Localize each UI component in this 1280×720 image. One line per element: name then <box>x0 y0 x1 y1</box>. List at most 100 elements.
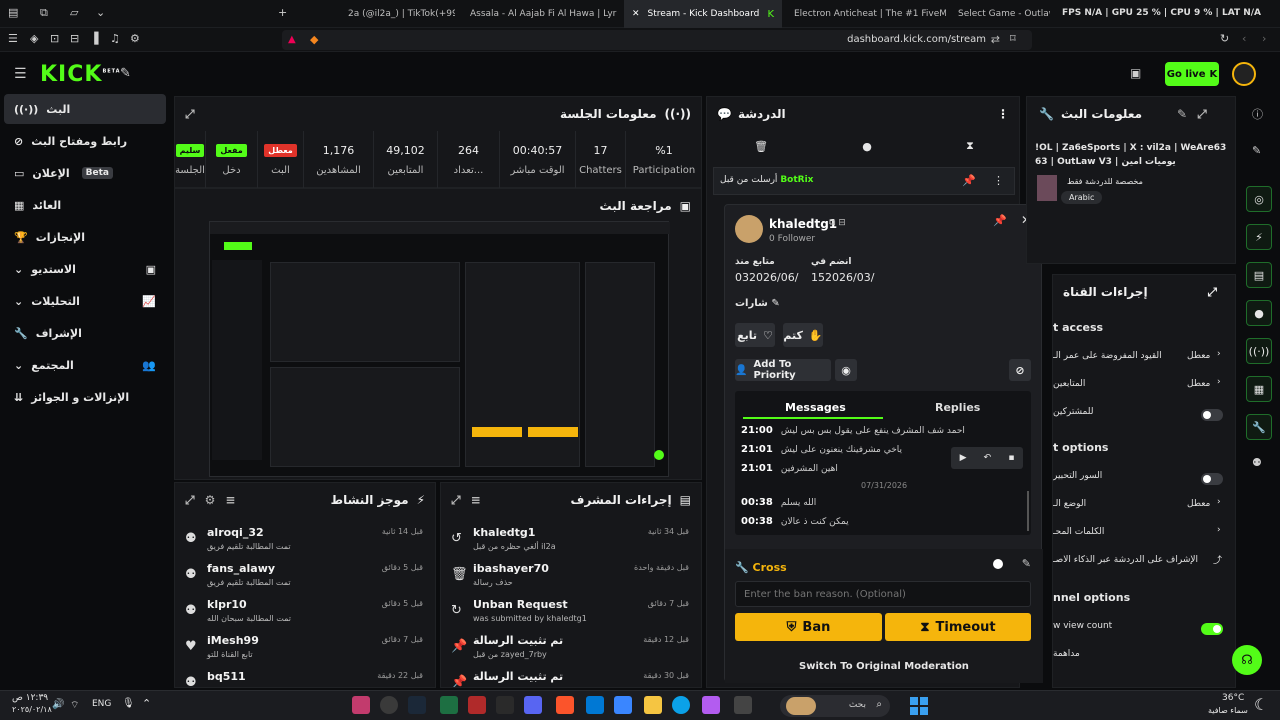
windows-start-icon[interactable] <box>910 697 928 715</box>
reader-icon[interactable]: ▐ <box>90 32 98 45</box>
channel-setting-row[interactable]: القيود المفروضة على عمر الـ معطل › <box>1053 345 1235 373</box>
channel-setting-row[interactable]: المتابعين معطل › <box>1053 373 1235 401</box>
chevron-up-icon[interactable]: ⌃ <box>142 697 151 710</box>
tab-pin-icon[interactable]: ▱ <box>70 6 78 19</box>
back-icon[interactable]: ‹ <box>1242 32 1246 45</box>
trash-icon[interactable]: 🗑 <box>754 140 768 153</box>
bookmarks-icon[interactable]: ⊡ <box>50 32 59 45</box>
url-field[interactable]: ▲ ◆ dashboard.kick.com/stream ⇄ <box>282 30 1032 50</box>
rail-wrench-button[interactable]: 🔧 <box>1246 414 1272 440</box>
avatar[interactable] <box>1232 62 1256 86</box>
studio-icon[interactable]: ▣ <box>1130 66 1141 80</box>
activity-row[interactable]: ⚉ fans_alawy تمت المطالبة تلقيم فريق قبل 5 … <box>181 559 429 595</box>
mod-action-row[interactable]: 🗑 ibashayer70 حذف رسالة قبل دقيقة واحدة <box>447 559 695 595</box>
tab-search-icon[interactable]: ⧉ <box>40 6 48 20</box>
mod-action-row[interactable]: 📌 تم تثبيت الرسالة قبل 30 دقيقة <box>447 667 695 687</box>
app-menu-icon[interactable]: ▤ <box>8 6 18 19</box>
app-a-icon[interactable] <box>496 696 514 714</box>
tab-dropdown-icon[interactable]: ⌄ <box>96 6 105 19</box>
user-message[interactable]: 00:38 يمكن كنت ذ عالان <box>741 516 849 527</box>
chat-bubble-icon[interactable]: ● <box>862 140 872 153</box>
activity-row[interactable]: ⚉ alroqi_32 تمت المطالبة تلقيم فريق قبل 14 … <box>181 523 429 559</box>
copilot-icon[interactable] <box>702 696 720 714</box>
mod-action-row[interactable]: 📌 تم تثبيت الرسالة من قبل zayed_7rby قبل 12… <box>447 631 695 667</box>
channel-setting-row[interactable]: السور التحبير <box>1053 465 1235 493</box>
edit-icon[interactable]: ✎ <box>771 298 779 309</box>
tab-kick-dashboard[interactable]: ✕ Stream - Kick Dashboard K <box>624 0 782 28</box>
tab-replies[interactable]: Replies <box>935 401 980 414</box>
channel-setting-row[interactable]: w view count <box>1053 615 1235 643</box>
go-live-button[interactable]: Go live K <box>1165 62 1219 86</box>
tab-tiktok[interactable]: 2a (@il2a_) | TikTok(+99) <box>340 0 455 28</box>
stream-preview-video[interactable] <box>209 221 670 477</box>
popout-icon[interactable]: ⤢ <box>185 107 195 122</box>
pin-icon[interactable]: 📌 <box>993 214 1007 227</box>
add-to-priority-button[interactable]: 👤 Add To Priority <box>735 359 831 381</box>
pinned-message[interactable]: أرسلت من قبل BotRix 📌 ⋮ <box>713 167 1015 195</box>
watch-button[interactable]: ◉ <box>835 359 857 381</box>
play-icon[interactable]: ▶ <box>960 453 967 463</box>
task-view-icon[interactable] <box>734 696 752 714</box>
extensions-icon[interactable]: ⚙ <box>130 32 140 45</box>
brave-icon[interactable] <box>556 696 574 714</box>
discord-icon[interactable] <box>524 696 542 714</box>
switch-moderation-link[interactable]: Switch To Original Moderation <box>725 661 1043 672</box>
reward-icon[interactable]: ⚉ <box>1252 456 1262 469</box>
obs-icon[interactable] <box>380 696 398 714</box>
view-count-toggle[interactable] <box>1201 623 1223 635</box>
excel-icon[interactable] <box>440 696 458 714</box>
sidebar-item-stream-key[interactable]: ⊘ رابط ومفتاح البث <box>4 126 166 156</box>
emote-toggle[interactable] <box>1201 473 1223 485</box>
popout-icon[interactable]: ⤢ <box>185 493 195 508</box>
edit-icon[interactable]: ✎ <box>1177 107 1187 122</box>
rail-stats-button[interactable]: ▦ <box>1246 376 1272 402</box>
edge-icon[interactable] <box>672 696 690 714</box>
support-button[interactable]: ☊ <box>1232 645 1262 675</box>
tab-electron[interactable]: Electron Anticheat | The #1 FiveM An <box>786 0 946 28</box>
rail-chat-button[interactable]: ● <box>1246 300 1272 326</box>
sidebar-item-stream[interactable]: ((·)) البث <box>4 94 166 124</box>
kick-logo[interactable]: KICKBETA <box>40 62 121 87</box>
activity-row[interactable]: ⚉ bq511 قبل 22 دقيقة <box>181 667 429 687</box>
channel-setting-row[interactable]: للمشتركين <box>1053 401 1235 429</box>
music-icon[interactable]: ♫ <box>110 32 120 45</box>
bookmark-icon[interactable]: ⌑ <box>1010 32 1016 45</box>
sidebar-item-studio[interactable]: ⌄ الاستديو ▣ <box>4 254 166 284</box>
sidebar-item-revenue[interactable]: ▦ العائد <box>4 190 166 220</box>
channel-setting-row[interactable]: الوضع الـ معطل › <box>1053 493 1235 521</box>
ban-button[interactable]: ⛨ Ban <box>735 613 882 641</box>
reload-icon[interactable]: ↻ <box>1220 32 1229 45</box>
sidebar-item-ads[interactable]: ▭ الإعلان Beta <box>4 158 166 188</box>
rail-live-button[interactable]: ((·)) <box>1246 338 1272 364</box>
user-message[interactable]: 21:00 احمد شف المشرف ينفع على يقول بس بس … <box>741 425 965 436</box>
activity-row[interactable]: ♥ iMesh99 تابع القناة للتو قبل 7 دقائق <box>181 631 429 667</box>
mod-action-row[interactable]: ↺ khaledtg1 ألغي حظره من قبل il2a قبل 34 ثا… <box>447 523 695 559</box>
language-indicator[interactable]: ENG <box>92 699 111 709</box>
rail-bolt-button[interactable]: ⚡ <box>1246 224 1272 250</box>
scrollbar[interactable] <box>1027 491 1029 531</box>
reply-icon[interactable]: ↶ <box>984 453 992 463</box>
shield-icon[interactable]: ◈ <box>30 32 38 45</box>
subscribers-toggle[interactable] <box>1201 409 1223 421</box>
rail-list-button[interactable]: ▤ <box>1246 262 1272 288</box>
explorer-icon[interactable] <box>644 696 662 714</box>
timeout-button[interactable]: ⧗ Timeout <box>885 613 1031 641</box>
brave-shield-icon[interactable]: ◆ <box>310 33 318 46</box>
mic-icon[interactable]: 🎙 <box>122 698 135 709</box>
block-button[interactable]: ⊘ <box>1009 359 1031 381</box>
sidebar-item-moderation[interactable]: 🔧 الإشراف <box>4 318 166 348</box>
filter-icon[interactable]: ≡ <box>471 493 481 508</box>
more-icon[interactable]: ⋮ <box>993 174 1004 187</box>
mute-button[interactable]: كتم ✋ <box>783 323 823 347</box>
popout-icon[interactable]: ⤢ <box>451 493 461 508</box>
copy-icon[interactable]: ⧉ ⊟ <box>829 218 846 228</box>
filter-icon[interactable]: ≡ <box>225 493 235 508</box>
forward-icon[interactable]: › <box>1262 32 1266 45</box>
history-icon[interactable]: ⊟ <box>70 32 79 45</box>
rail-camera-button[interactable]: ◎ <box>1246 186 1272 212</box>
search-box[interactable]: بحث ⌕ <box>780 695 890 717</box>
close-icon[interactable]: ✕ <box>632 9 640 19</box>
pin-tool-icon[interactable]: ✎ <box>120 66 131 81</box>
sidebar-toggle-icon[interactable]: ☰ <box>8 32 18 45</box>
tab-assala[interactable]: Assala - Al Aajab Fi Al Hawa | Lyri <box>462 0 617 28</box>
